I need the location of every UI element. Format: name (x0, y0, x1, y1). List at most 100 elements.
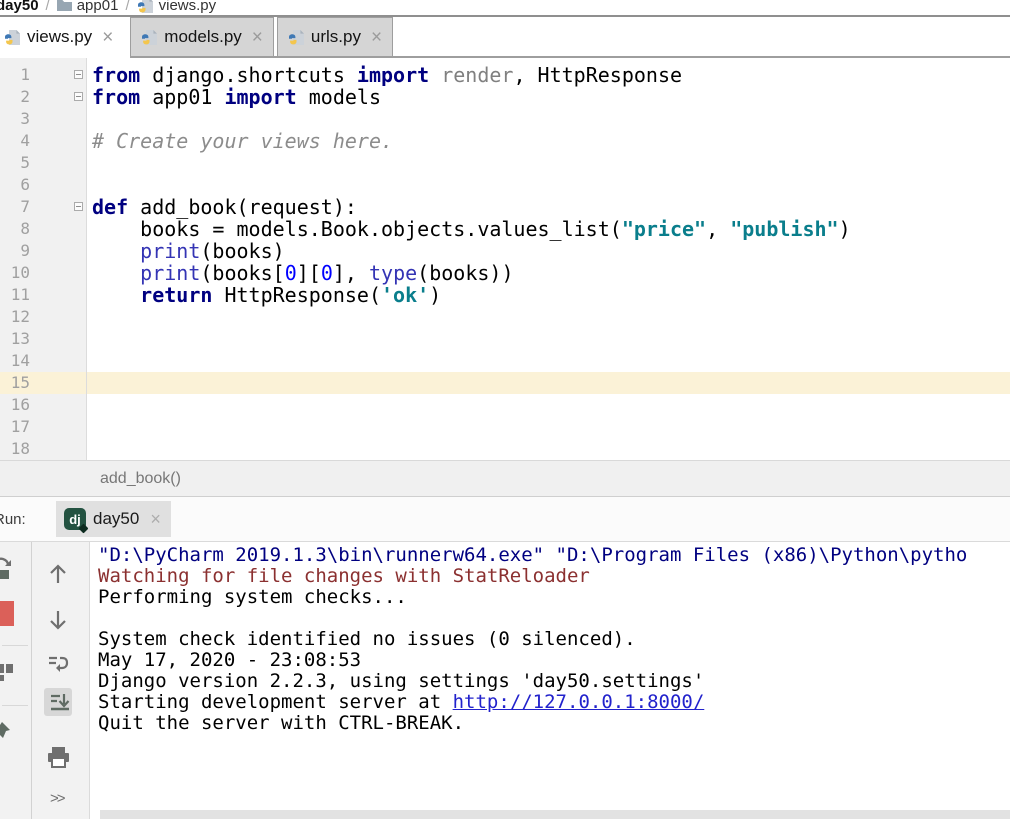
run-console[interactable]: "D:\PyCharm 2019.1.3\bin\runnerw64.exe" … (90, 542, 1010, 819)
line-number: 4 (0, 130, 30, 152)
close-icon[interactable]: × (150, 510, 161, 528)
console-line: Starting development server at http://12… (98, 692, 1010, 713)
breadcrumb-label: app01 (77, 0, 119, 14)
code-line[interactable]: 8 books = models.Book.objects.values_lis… (0, 218, 1010, 240)
line-number: 1 (0, 64, 30, 86)
code-line[interactable]: 7 def add_book(request): (0, 196, 1010, 218)
console-line (98, 608, 1010, 629)
tab-urls.py[interactable]: urls.py × (277, 17, 393, 57)
pin-tab-icon[interactable] (0, 718, 18, 748)
fold-column (30, 218, 86, 240)
more-chevrons[interactable]: >> (50, 790, 64, 807)
console-line: "D:\PyCharm 2019.1.3\bin\runnerw64.exe" … (98, 545, 1010, 566)
code-text: print(books[0][0], type(books)) (92, 262, 514, 284)
gutter-separator (86, 58, 87, 460)
console-line: System check identified no issues (0 sil… (98, 629, 1010, 650)
code-line[interactable]: 12 (0, 306, 1010, 328)
code-line[interactable]: 15 (0, 372, 1010, 394)
run-tool-window: >> "D:\PyCharm 2019.1.3\bin\runnerw64.ex… (0, 542, 1010, 819)
line-number: 8 (0, 218, 30, 240)
run-tab-day50[interactable]: dj day50 × (56, 501, 171, 537)
code-line[interactable]: 11 return HttpResponse('ok') (0, 284, 1010, 306)
console-line: May 17, 2020 - 23:08:53 (98, 650, 1010, 671)
fold-column (30, 64, 86, 86)
horizontal-scrollbar[interactable] (100, 810, 1010, 819)
breadcrumb-item-day50[interactable]: day50 (0, 0, 39, 14)
up-stack-icon[interactable] (46, 562, 70, 586)
code-editor[interactable]: 1 from django.shortcuts import render, Ht… (0, 58, 1010, 460)
line-number: 11 (0, 284, 30, 306)
run-tool-window-header: Run: dj day50 × (0, 497, 1010, 542)
fold-column (30, 108, 86, 130)
scope-label[interactable]: add_book() (100, 470, 181, 487)
folder-icon (57, 0, 72, 11)
stop-icon[interactable] (0, 601, 14, 626)
line-number: 14 (0, 350, 30, 372)
down-stack-icon[interactable] (46, 608, 70, 632)
python-file-icon (137, 0, 154, 14)
line-number: 13 (0, 328, 30, 350)
code-line[interactable]: 13 (0, 328, 1010, 350)
line-number: 10 (0, 262, 30, 284)
tab-models.py[interactable]: models.py × (130, 17, 274, 57)
python-file-icon (288, 29, 305, 46)
toolbar-divider (31, 542, 32, 819)
code-line[interactable]: 16 (0, 394, 1010, 416)
fold-column (30, 240, 86, 262)
python-file-icon (4, 29, 21, 46)
restore-layout-icon[interactable] (0, 658, 16, 686)
breadcrumb: day50 / app01 / views.py (0, 0, 1010, 17)
fold-column (30, 394, 86, 416)
code-text: def add_book(request): (92, 196, 357, 218)
breadcrumb-item-views.py[interactable]: views.py (137, 0, 217, 14)
pycharm-window: day50 / app01 / views.py views.py× models.… (0, 0, 1010, 819)
fold-column (30, 284, 86, 306)
server-url-link[interactable]: http://127.0.0.1:8000/ (453, 691, 705, 713)
line-number: 5 (0, 152, 30, 174)
code-line[interactable]: 2from app01 import models (0, 86, 1010, 108)
rerun-icon[interactable] (0, 554, 16, 582)
editor-tab-bar: views.py× models.py × urls.py × (0, 17, 1010, 58)
python-file-icon (141, 29, 158, 46)
line-number: 17 (0, 416, 30, 438)
scroll-to-end-icon[interactable] (48, 690, 72, 714)
breadcrumb-item-app01[interactable]: app01 (57, 0, 119, 14)
editor-scope-breadcrumb[interactable]: add_book() (0, 460, 1010, 497)
console-line: Performing system checks... (98, 587, 1010, 608)
breadcrumb-separator: / (46, 0, 50, 14)
breadcrumb-label: views.py (159, 0, 217, 14)
line-number: 18 (0, 438, 30, 460)
fold-column (30, 130, 86, 152)
print-icon[interactable] (46, 745, 71, 770)
tab-views.py[interactable]: views.py× (0, 17, 127, 57)
code-line[interactable]: 14 (0, 350, 1010, 372)
code-text: from django.shortcuts import render, Htt… (92, 64, 682, 86)
line-number: 7 (0, 196, 30, 218)
tab-label: models.py (164, 27, 241, 47)
breadcrumb-separator: / (125, 0, 129, 14)
code-line[interactable]: 5 (0, 152, 1010, 174)
code-line[interactable]: 17 (0, 416, 1010, 438)
close-icon[interactable]: × (102, 28, 113, 47)
fold-column (30, 174, 86, 196)
code-line[interactable]: 1 from django.shortcuts import render, Ht… (0, 64, 1010, 86)
code-line[interactable]: 3 (0, 108, 1010, 130)
close-icon[interactable]: × (371, 28, 382, 47)
line-number: 12 (0, 306, 30, 328)
line-number: 9 (0, 240, 30, 262)
code-line[interactable]: 6 (0, 174, 1010, 196)
code-line[interactable]: 9 print(books) (0, 240, 1010, 262)
tab-label: urls.py (311, 27, 361, 47)
code-line[interactable]: 10 print(books[0][0], type(books)) (0, 262, 1010, 284)
code-text: return HttpResponse('ok') (92, 284, 441, 306)
fold-marker-icon[interactable] (74, 70, 83, 79)
code-text: from app01 import models (92, 86, 381, 108)
fold-marker-icon[interactable] (74, 92, 83, 101)
code-line[interactable]: 4# Create your views here. (0, 130, 1010, 152)
code-line[interactable]: 18 (0, 438, 1010, 460)
line-number: 3 (0, 108, 30, 130)
soft-wrap-icon[interactable] (46, 652, 70, 676)
close-icon[interactable]: × (252, 28, 263, 47)
fold-column (30, 328, 86, 350)
fold-marker-icon[interactable] (74, 202, 83, 211)
